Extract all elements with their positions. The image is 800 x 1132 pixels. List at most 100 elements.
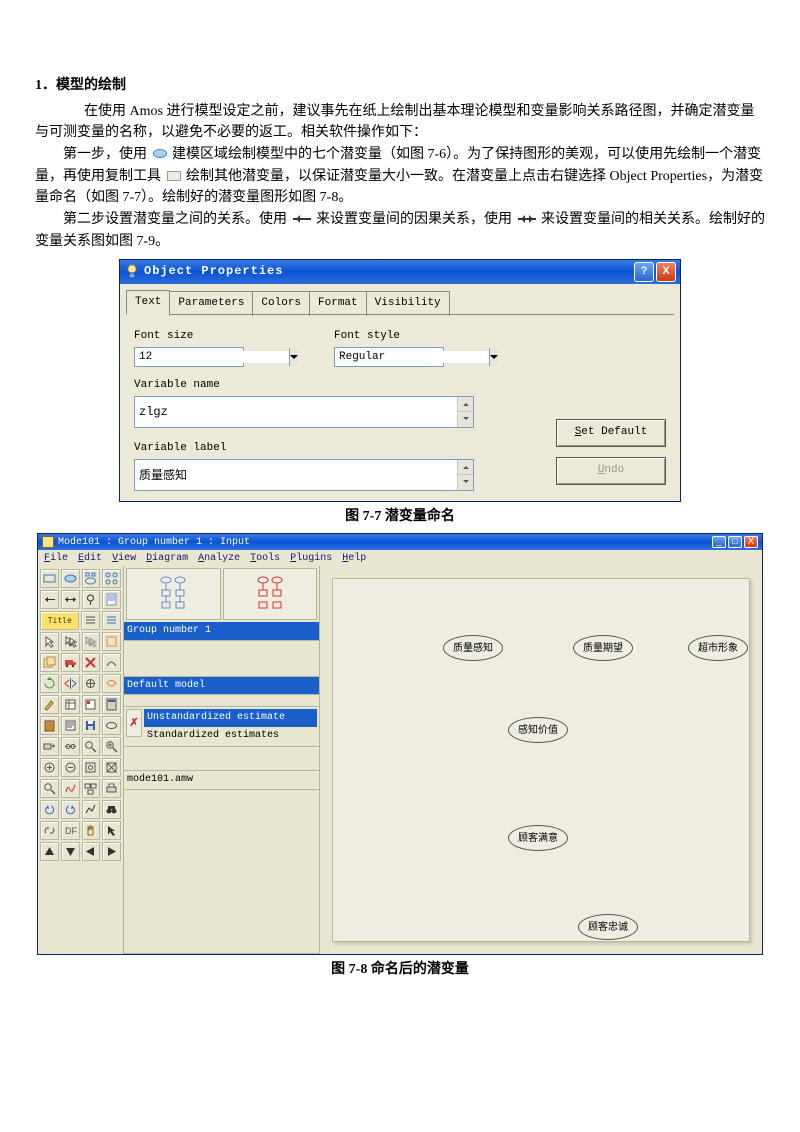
estimates-unstd-row[interactable]: Unstandardized estimate	[144, 709, 317, 727]
tool-loupe-icon[interactable]	[40, 779, 59, 798]
variable-name-input[interactable]	[135, 397, 457, 427]
tool-zoom-out-icon[interactable]	[61, 758, 80, 777]
tool-preserve-sym-icon[interactable]	[61, 737, 80, 756]
tool-change-shape-icon[interactable]	[102, 653, 121, 672]
tool-drag-props-icon[interactable]	[40, 737, 59, 756]
set-default-button[interactable]: Set Default	[556, 419, 666, 447]
tool-fit-page-icon[interactable]	[102, 758, 121, 777]
tool-select-one-icon[interactable]	[40, 632, 59, 651]
var-name-spin-up-icon[interactable]	[457, 397, 473, 413]
mode-output-diagram-button[interactable]	[223, 568, 318, 620]
tool-nav-down-icon[interactable]	[61, 842, 80, 861]
tab-colors[interactable]: Colors	[252, 291, 310, 316]
tool-degrees-icon[interactable]: DF	[61, 821, 80, 840]
variable-label-field[interactable]	[134, 459, 474, 491]
tool-text-output-icon[interactable]	[61, 716, 80, 735]
latent-var-2[interactable]: 质量期望	[573, 635, 633, 661]
dialog-close-button[interactable]: X	[656, 262, 676, 282]
latent-var-6[interactable]: 顾客忠诚	[578, 914, 638, 940]
tool-select-all-icon[interactable]	[61, 632, 80, 651]
menu-analyze[interactable]: Analyze	[198, 551, 240, 567]
tool-scroll-icon[interactable]	[102, 674, 121, 693]
dialog-help-button[interactable]: ?	[634, 262, 654, 282]
tool-erase-icon[interactable]	[82, 653, 101, 672]
tool-nav-right-icon[interactable]	[102, 842, 121, 861]
tool-zoom-in-icon[interactable]	[40, 758, 59, 777]
amos-minimize-button[interactable]: _	[712, 536, 726, 548]
mode-path-diagram-button[interactable]	[126, 568, 221, 620]
tool-zoom-select-icon[interactable]	[82, 737, 101, 756]
tool-print-icon[interactable]	[102, 779, 121, 798]
tool-save-icon[interactable]	[82, 716, 101, 735]
variable-label-input[interactable]	[135, 460, 457, 490]
var-name-spin-down-icon[interactable]	[457, 412, 473, 427]
font-style-input[interactable]	[335, 351, 489, 363]
tool-object-props-icon[interactable]	[102, 716, 121, 735]
variable-name-field[interactable]	[134, 396, 474, 428]
tool-redo-icon[interactable]	[61, 800, 80, 819]
estimates-close-icon[interactable]: ✗	[126, 709, 142, 737]
file-list-row[interactable]: mode101.amw	[124, 771, 319, 790]
tab-text[interactable]: Text	[126, 290, 170, 315]
tool-reflect-icon[interactable]	[61, 674, 80, 693]
tool-latent-indicator[interactable]	[82, 569, 101, 588]
var-label-spin-down-icon[interactable]	[457, 475, 473, 490]
amos-title-bar[interactable]: Mode101 : Group number 1 : Input _ □ X	[38, 534, 762, 550]
tool-nav-left-icon[interactable]	[82, 842, 101, 861]
menu-plugins[interactable]: Plugins	[290, 551, 332, 567]
amos-canvas-area[interactable]: 质量感知 质量期望 超市形象 感知价值 顾客满意 顾客忠诚	[320, 566, 762, 954]
tool-move-truck-icon[interactable]	[61, 653, 80, 672]
tool-arrow-cursor-icon[interactable]	[102, 821, 121, 840]
font-style-dropdown-icon[interactable]	[489, 348, 498, 366]
tool-analysis-props-icon[interactable]	[82, 695, 101, 714]
latent-var-5[interactable]: 顾客满意	[508, 825, 568, 851]
font-size-combo[interactable]	[134, 347, 244, 367]
estimates-std-row[interactable]: Standardized estimates	[144, 727, 317, 745]
tool-rotate-icon[interactable]	[40, 674, 59, 693]
dialog-title-bar[interactable]: Object Properties ? X	[120, 260, 680, 284]
menu-diagram[interactable]: Diagram	[146, 551, 188, 567]
tool-link-icon[interactable]	[40, 821, 59, 840]
group-list-selected[interactable]: Group number 1	[124, 622, 319, 641]
tool-hand-icon[interactable]	[102, 632, 121, 651]
tool-title[interactable]: Title	[40, 611, 79, 630]
tool-binoculars-icon[interactable]	[102, 800, 121, 819]
tool-rectangle[interactable]	[40, 569, 59, 588]
tool-path-arrow[interactable]	[40, 590, 59, 609]
var-label-spin-up-icon[interactable]	[457, 460, 473, 476]
tool-copy-icon[interactable]	[40, 653, 59, 672]
tool-drag-hand-icon[interactable]	[82, 821, 101, 840]
tool-zoom-icon[interactable]	[102, 737, 121, 756]
undo-button[interactable]: Undo	[556, 457, 666, 485]
tool-spec-search-icon[interactable]	[82, 800, 101, 819]
tool-list2-icon[interactable]	[102, 611, 121, 630]
tool-zoom-page-icon[interactable]	[82, 758, 101, 777]
menu-help[interactable]: Help	[342, 551, 366, 567]
tool-sheet-icon[interactable]	[102, 590, 121, 609]
latent-var-1[interactable]: 质量感知	[443, 635, 503, 661]
tool-ellipse[interactable]	[61, 569, 80, 588]
tab-visibility[interactable]: Visibility	[366, 291, 450, 316]
menu-tools[interactable]: Tools	[250, 551, 280, 567]
tool-add-indicator[interactable]	[102, 569, 121, 588]
tool-undo-icon[interactable]	[40, 800, 59, 819]
tool-touch-up-icon[interactable]	[40, 695, 59, 714]
menu-view[interactable]: View	[112, 551, 136, 567]
tool-data-file-icon[interactable]	[61, 695, 80, 714]
tool-bayesian-icon[interactable]	[61, 779, 80, 798]
amos-maximize-button[interactable]: □	[728, 536, 742, 548]
tool-deselect-icon[interactable]	[82, 632, 101, 651]
tool-error-variable[interactable]	[82, 590, 101, 609]
tool-covariance-arrow[interactable]	[61, 590, 80, 609]
model-list-selected[interactable]: Default model	[124, 677, 319, 696]
tool-move-param-icon[interactable]	[82, 674, 101, 693]
menu-edit[interactable]: Edit	[78, 551, 102, 567]
tab-parameters[interactable]: Parameters	[169, 291, 253, 316]
font-size-input[interactable]	[135, 351, 289, 363]
menu-file[interactable]: File	[44, 551, 68, 567]
tool-nav-up-icon[interactable]	[40, 842, 59, 861]
tool-calculate-icon[interactable]	[102, 695, 121, 714]
font-size-dropdown-icon[interactable]	[289, 348, 298, 366]
tab-format[interactable]: Format	[309, 291, 367, 316]
tool-clipboard-icon[interactable]	[40, 716, 59, 735]
